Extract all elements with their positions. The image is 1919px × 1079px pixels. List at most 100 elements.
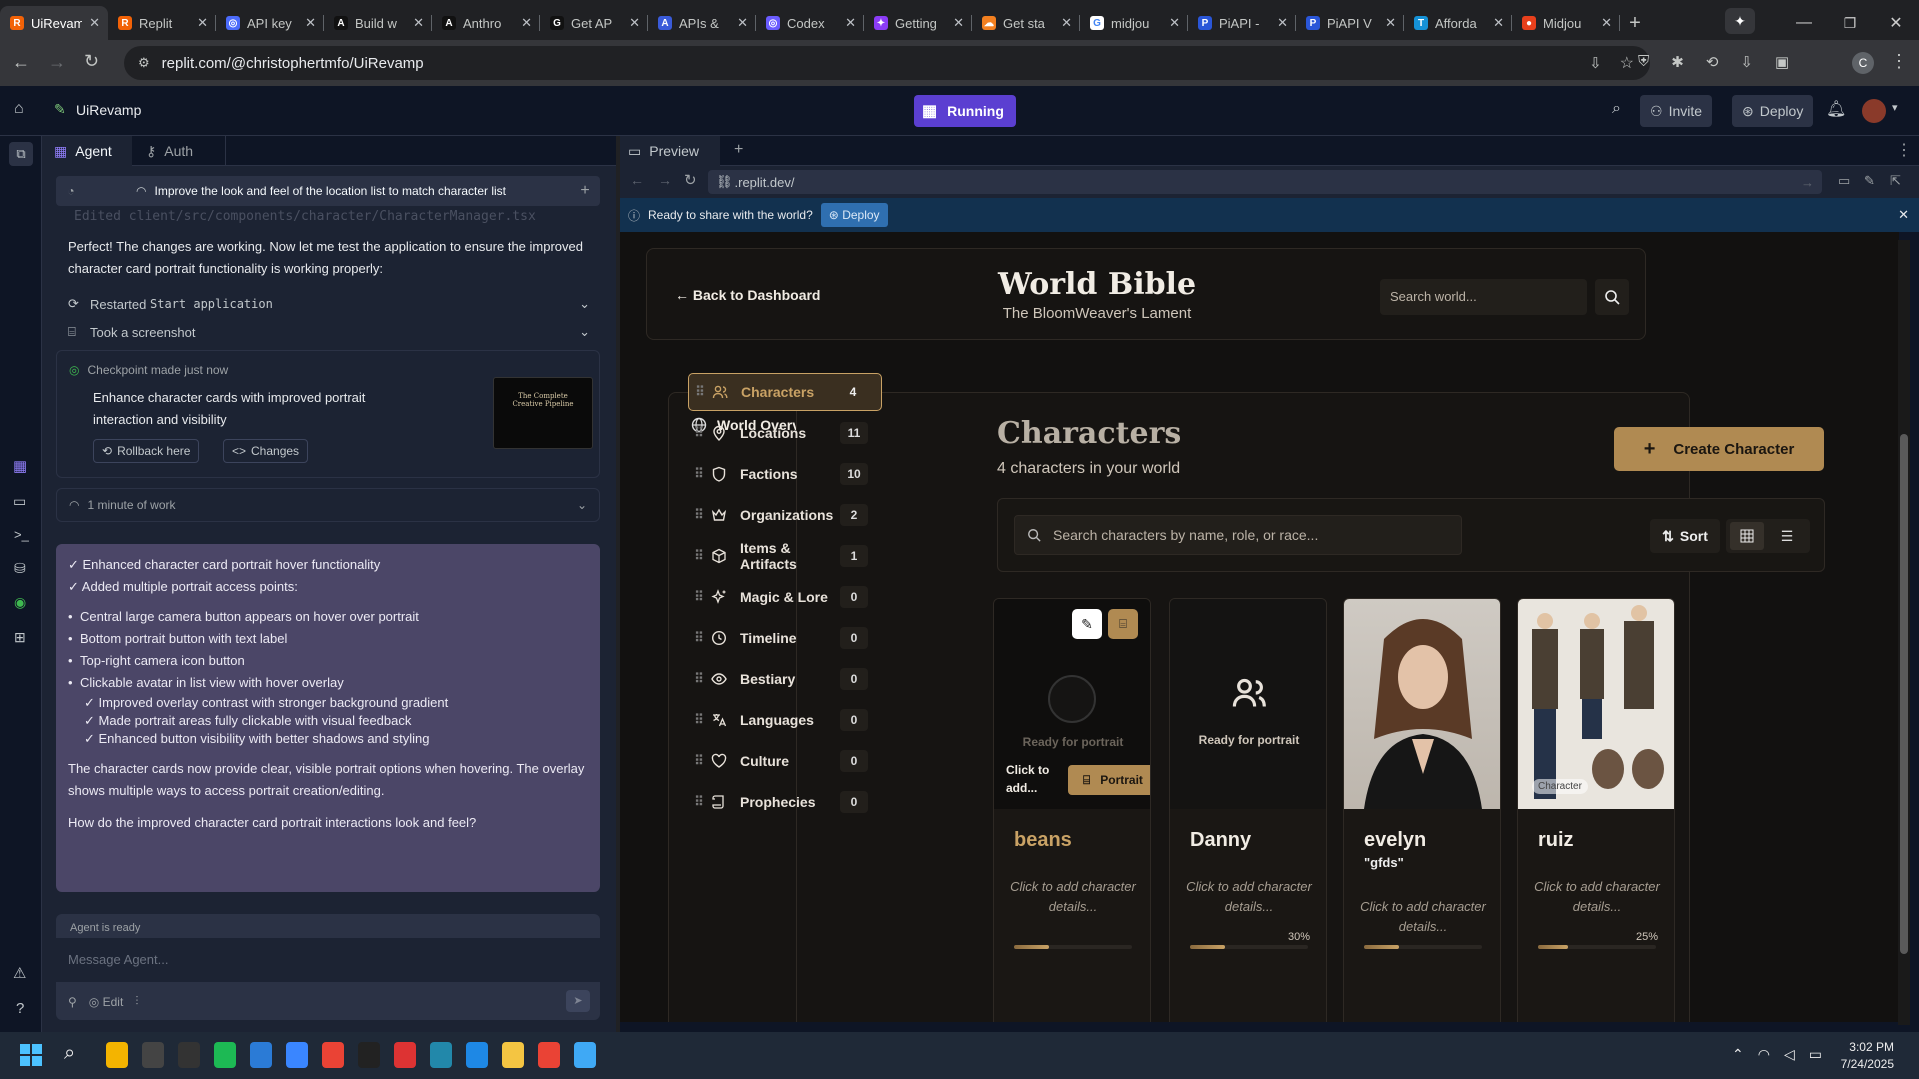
folder-icon[interactable] <box>502 1042 524 1068</box>
preview-back-icon[interactable]: ← <box>630 172 644 188</box>
browser-tab[interactable]: P PiAPI - ✕ <box>1188 6 1296 40</box>
screenshot-row[interactable]: ⌸ Took a screenshot ⌄ <box>68 320 590 344</box>
send-button[interactable]: ➤ <box>566 990 590 1012</box>
world-search-button[interactable] <box>1595 279 1629 315</box>
invite-button[interactable]: ⚇ Invite <box>1640 95 1713 127</box>
scrollbar-thumb[interactable] <box>1900 434 1908 954</box>
close-tab-icon[interactable]: ✕ <box>305 15 316 31</box>
click-to-add-text[interactable]: Click to add... <box>1006 761 1066 797</box>
character-search-input[interactable]: Search characters by name, role, or race… <box>1014 515 1462 555</box>
preview-url-bar[interactable]: ⛓ .replit.dev/ → <box>708 170 1822 194</box>
drag-handle-icon[interactable]: ⠿ <box>688 466 706 482</box>
drag-handle-icon[interactable]: ⠿ <box>688 712 706 728</box>
run-status-button[interactable]: ▦ Running <box>914 95 1016 127</box>
deploy-button[interactable]: ⊛ Deploy <box>1732 95 1814 127</box>
device-icon[interactable]: ▭ <box>1838 173 1850 189</box>
new-task-icon[interactable]: + <box>570 182 600 200</box>
history-icon[interactable]: ◔ <box>56 184 86 198</box>
notification-bell-icon[interactable]: 🔔︎ <box>1826 99 1846 119</box>
character-name[interactable]: Danny <box>1190 829 1251 852</box>
user-avatar[interactable] <box>1862 99 1886 123</box>
attach-icon[interactable]: ⚲ <box>68 995 77 1009</box>
chrome-icon[interactable] <box>322 1042 344 1068</box>
create-character-button[interactable]: + Create Character <box>1614 427 1824 471</box>
forward-arrow-icon[interactable]: → <box>48 52 66 73</box>
terminal-icon[interactable] <box>142 1042 164 1068</box>
app-icon[interactable] <box>430 1042 452 1068</box>
sidebar-item-bestiary[interactable]: ⠿ Bestiary 0 <box>688 660 882 698</box>
shield-extension-icon[interactable]: ⛨ <box>1638 53 1649 71</box>
close-tab-icon[interactable]: ✕ <box>89 15 100 31</box>
site-info-icon[interactable]: ⚙ <box>138 55 150 71</box>
portrait-area[interactable]: ✎ ⌸ Ready for portrait Click to add... ⌸… <box>994 599 1150 809</box>
browser-tab[interactable]: ◎ Codex ✕ <box>756 6 864 40</box>
character-name[interactable]: ruiz <box>1538 829 1574 852</box>
sidebar-item-timeline[interactable]: ⠿ Timeline 0 <box>688 619 882 657</box>
character-card[interactable]: Character ruiz Click to add character de… <box>1517 598 1675 1022</box>
list-view-button[interactable]: ☰ <box>1770 522 1804 550</box>
edit-portrait-button[interactable]: ✎ <box>1072 609 1102 639</box>
reload-icon[interactable]: ↻ <box>84 51 99 72</box>
browser-tab[interactable]: R UiRevamp ✕ <box>0 6 108 40</box>
drag-handle-icon[interactable]: ⠿ <box>688 753 706 769</box>
restarted-row[interactable]: ⟳ Restarted Start application ⌄ <box>68 292 590 316</box>
browser-tab[interactable]: ● Midjou ✕ <box>1512 6 1620 40</box>
drag-handle-icon[interactable]: ⠿ <box>688 507 706 523</box>
message-input[interactable]: Message Agent... <box>56 938 600 982</box>
chrome-icon[interactable] <box>538 1042 560 1068</box>
character-card[interactable]: evelyn "gfds" Click to add character det… <box>1343 598 1501 1022</box>
character-portrait-image[interactable] <box>1344 599 1500 809</box>
close-tab-icon[interactable]: ✕ <box>629 15 640 31</box>
back-to-dashboard-link[interactable]: ← Back to Dashboard <box>675 287 820 303</box>
spotify-icon[interactable] <box>214 1042 236 1068</box>
agent-icon[interactable]: ▦ <box>13 457 27 475</box>
preview-reload-icon[interactable]: ↻ <box>684 171 697 189</box>
sidebar-item-factions[interactable]: ⠿ Factions 10 <box>688 455 882 493</box>
browser-menu-icon[interactable]: ⋮ <box>1890 51 1908 72</box>
apps-icon[interactable]: ⊞ <box>14 629 26 646</box>
photos-icon[interactable] <box>286 1042 308 1068</box>
character-details[interactable]: Click to add character details... <box>1358 897 1488 937</box>
world-search-input[interactable]: Search world... <box>1380 279 1587 315</box>
sidebar-item-magic-lore[interactable]: ⠿ Magic & Lore 0 <box>688 578 882 616</box>
help-icon[interactable]: ? <box>16 1000 24 1017</box>
browser-tab[interactable]: A Anthro ✕ <box>432 6 540 40</box>
close-banner-icon[interactable]: ✕ <box>1898 207 1909 223</box>
minimize-button[interactable]: — <box>1781 6 1827 40</box>
tab-preview[interactable]: ▭ Preview <box>620 136 720 166</box>
browser-tab[interactable]: R Replit ✕ <box>108 6 216 40</box>
sidebar-item-characters[interactable]: ⠿ Characters 4 <box>688 373 882 411</box>
add-tab-icon[interactable]: + <box>734 141 743 159</box>
edit-mode-button[interactable]: ◎ Edit <box>89 995 124 1009</box>
character-name[interactable]: evelyn <box>1364 829 1426 852</box>
drag-handle-icon[interactable]: ⠿ <box>689 384 707 400</box>
drag-handle-icon[interactable]: ⠿ <box>688 548 706 564</box>
close-window-button[interactable]: ✕ <box>1873 6 1919 40</box>
app-icon[interactable] <box>358 1042 380 1068</box>
drag-handle-icon[interactable]: ⠿ <box>688 671 706 687</box>
chevron-down-icon[interactable]: ▾ <box>1892 101 1898 114</box>
go-icon[interactable]: → <box>1801 175 1814 190</box>
database-icon[interactable]: ⛁ <box>14 560 26 577</box>
browser-tab[interactable]: ☁ Get sta ✕ <box>972 6 1080 40</box>
character-details[interactable]: Click to add character details... <box>1184 877 1314 917</box>
browser-tab[interactable]: G Get AP ✕ <box>540 6 648 40</box>
drag-handle-icon[interactable]: ⠿ <box>688 630 706 646</box>
sidebar-item-locations[interactable]: ⠿ Locations 11 <box>688 414 882 452</box>
tab-agent[interactable]: ▦ Agent <box>42 136 132 166</box>
vscode-icon[interactable] <box>466 1042 488 1068</box>
drag-handle-icon[interactable]: ⠿ <box>688 425 706 441</box>
app-icon[interactable] <box>394 1042 416 1068</box>
browser-tab[interactable]: T Afforda ✕ <box>1404 6 1512 40</box>
notepad-icon[interactable] <box>574 1042 596 1068</box>
profile-avatar[interactable]: C <box>1852 52 1874 74</box>
start-icon[interactable] <box>20 1044 42 1066</box>
devtools-icon[interactable]: ✎ <box>1864 173 1875 189</box>
tab-auth[interactable]: ⚷ Auth <box>134 136 226 166</box>
taskbar-search-icon[interactable]: ⌕ <box>64 1042 75 1065</box>
camera-button[interactable]: ⌸ <box>1108 609 1138 639</box>
pane-menu-icon[interactable]: ⋮ <box>1896 140 1912 160</box>
close-tab-icon[interactable]: ✕ <box>845 15 856 31</box>
battery-icon[interactable]: ▭ <box>1809 1046 1822 1063</box>
clock-time[interactable]: 3:02 PM <box>1832 1039 1894 1056</box>
